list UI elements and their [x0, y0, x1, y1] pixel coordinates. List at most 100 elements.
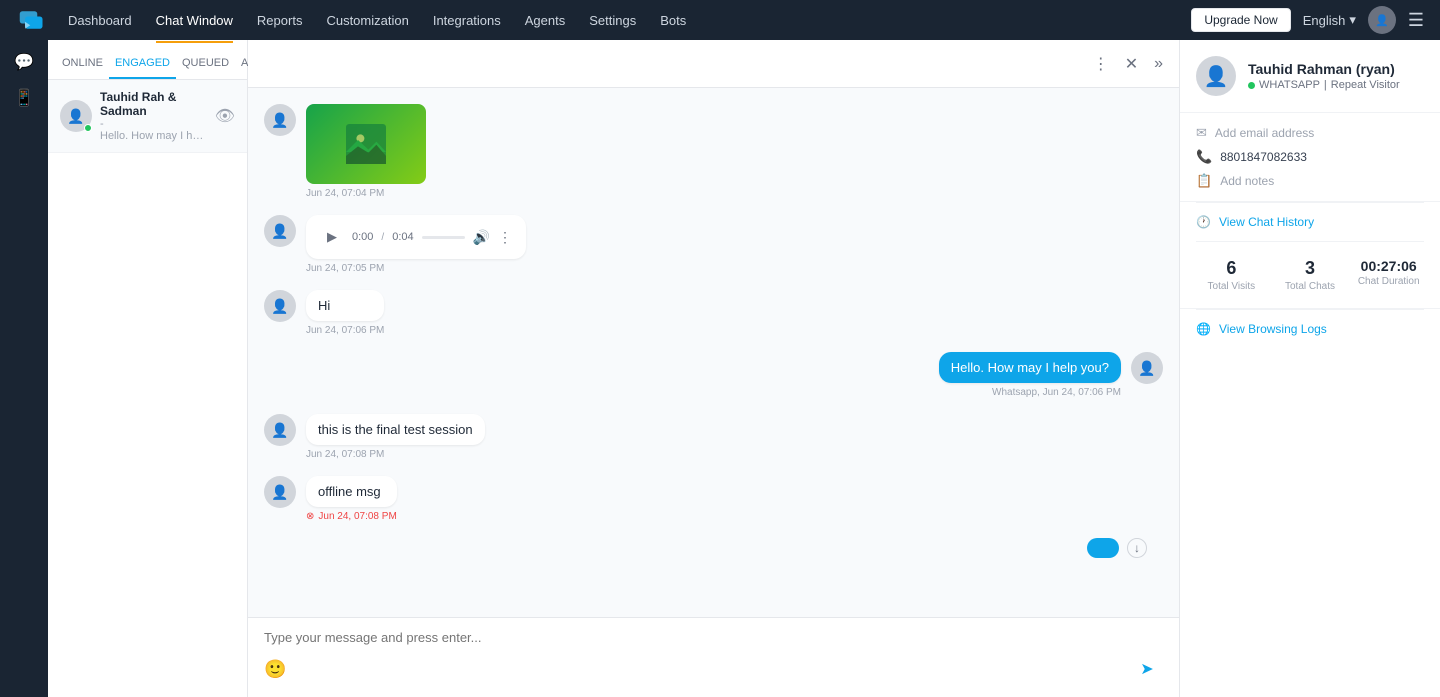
chat-list-panel: ONLINE ENGAGED QUEUED AGENT 👤 Tauhid Rah…: [48, 40, 248, 697]
chat-input-bar: 🙂 ➤: [264, 653, 1163, 685]
chat-input-field[interactable]: [264, 630, 1163, 645]
visitor-header: 👤 Tauhid Rahman (ryan) WHATSAPP | Repeat…: [1180, 40, 1440, 113]
total-visits-value: 6: [1226, 258, 1236, 279]
visitor-email-row: ✉ Add email address: [1196, 125, 1424, 141]
nav-customization[interactable]: Customization: [326, 9, 408, 32]
chat-item-preview: -: [100, 118, 207, 130]
chat-toolbar: ⋮ ✕ »: [248, 40, 1179, 88]
sender-avatar: 👤: [264, 104, 296, 136]
visitor-phone: 8801847082633: [1220, 150, 1307, 164]
tab-online[interactable]: ONLINE: [56, 49, 109, 79]
audio-volume-icon[interactable]: 🔊: [473, 229, 490, 246]
nav-right: Upgrade Now English ▾ 👤 ☰: [1191, 6, 1424, 34]
email-icon: ✉: [1196, 125, 1207, 141]
view-chat-history-btn[interactable]: 🕐 View Chat History: [1180, 203, 1440, 241]
visitor-phone-row: 📞 8801847082633: [1196, 149, 1424, 165]
audio-play-button[interactable]: ▶: [320, 225, 344, 249]
stat-total-visits: 6 Total Visits: [1196, 258, 1267, 292]
visitor-info-section: ✉ Add email address 📞 8801847082633 📋 Ad…: [1180, 113, 1440, 202]
language-selector[interactable]: English ▾: [1303, 12, 1356, 28]
message-image: 👤 Jun 24, 07:04 PM: [264, 104, 1163, 199]
message-test: 👤 this is the final test session Jun 24,…: [264, 414, 1163, 460]
chat-main-area: ⋮ ✕ » 👤 Jun 24, 07:04 PM: [248, 40, 1180, 697]
sidebar-chat-icon[interactable]: 💬: [14, 52, 34, 72]
visitor-type: Repeat Visitor: [1331, 79, 1400, 91]
total-visits-label: Total Visits: [1208, 281, 1256, 292]
visitor-notes-placeholder[interactable]: Add notes: [1220, 174, 1274, 188]
scroll-down-icon[interactable]: ↓: [1127, 538, 1147, 558]
send-button[interactable]: ➤: [1131, 653, 1163, 685]
nav-reports[interactable]: Reports: [257, 9, 303, 32]
top-navigation: Dashboard Chat Window Reports Customizat…: [0, 0, 1440, 40]
sidebar-whatsapp-icon[interactable]: 📱: [14, 88, 34, 108]
audio-duration: 0:04: [392, 231, 413, 243]
chat-messages: 👤 Jun 24, 07:04 PM 👤: [248, 88, 1179, 617]
nav-integrations[interactable]: Integrations: [433, 9, 501, 32]
history-icon: 🕐: [1196, 215, 1211, 229]
online-indicator: [84, 124, 92, 132]
view-logs-label: View Browsing Logs: [1219, 322, 1327, 336]
visitor-details: Tauhid Rahman (ryan) WHATSAPP | Repeat V…: [1248, 61, 1400, 91]
message-offline: 👤 offline msg ⊗ Jun 24, 07:08 PM: [264, 476, 1163, 522]
message-content-image: Jun 24, 07:04 PM: [306, 104, 426, 199]
message-outgoing: 👤 Hello. How may I help you? Whatsapp, J…: [264, 352, 1163, 398]
message-bubble-test: this is the final test session: [306, 414, 485, 445]
nav-dashboard[interactable]: Dashboard: [68, 9, 132, 32]
sender-avatar-audio: 👤: [264, 215, 296, 247]
view-browsing-logs-btn[interactable]: 🌐 View Browsing Logs: [1180, 310, 1440, 348]
user-avatar[interactable]: 👤: [1368, 6, 1396, 34]
chat-item-info: Tauhid Rah & Sadman - Hello. How may I h…: [100, 90, 207, 142]
tab-engaged[interactable]: ENGAGED: [109, 49, 176, 79]
tab-queued[interactable]: QUEUED: [176, 49, 235, 79]
stats-section: 6 Total Visits 3 Total Chats 00:27:06 Ch…: [1180, 242, 1440, 309]
message-audio: 👤 ▶ 0:00 / 0:04 🔊 ⋮ Jun 24, 07:05 PM: [264, 215, 1163, 274]
audio-progress-bar[interactable]: [422, 236, 465, 239]
nav-agents[interactable]: Agents: [525, 9, 565, 32]
audio-more-icon[interactable]: ⋮: [498, 229, 512, 246]
message-image-preview: [306, 104, 426, 184]
message-hi: 👤 Hi Jun 24, 07:06 PM: [264, 290, 1163, 336]
upgrade-button[interactable]: Upgrade Now: [1191, 8, 1290, 32]
icon-sidebar: 💬 📱: [0, 40, 48, 697]
emoji-icon[interactable]: 🙂: [264, 659, 286, 680]
visitor-email-placeholder[interactable]: Add email address: [1215, 126, 1314, 140]
toolbar-close-icon[interactable]: ✕: [1121, 50, 1142, 78]
app-logo: [16, 4, 48, 36]
nav-bots[interactable]: Bots: [660, 9, 686, 32]
chat-list-tabs: ONLINE ENGAGED QUEUED AGENT: [48, 40, 247, 80]
toolbar-expand-icon[interactable]: »: [1150, 51, 1167, 77]
agent-avatar: 👤: [1131, 352, 1163, 384]
nav-settings[interactable]: Settings: [589, 9, 636, 32]
nav-chat-window[interactable]: Chat Window: [156, 9, 233, 32]
visitor-notes-row: 📋 Add notes: [1196, 173, 1424, 189]
message-bubble-offline: offline msg: [306, 476, 397, 507]
chat-duration-label: Chat Duration: [1358, 276, 1420, 287]
right-panel: 👤 Tauhid Rahman (ryan) WHATSAPP | Repeat…: [1180, 40, 1440, 697]
total-chats-value: 3: [1305, 258, 1315, 279]
chat-item-avatar: 👤: [60, 100, 92, 132]
message-test-time: Jun 24, 07:08 PM: [306, 449, 485, 460]
stat-chat-duration: 00:27:06 Chat Duration: [1353, 258, 1424, 292]
whatsapp-status-dot: [1248, 82, 1255, 89]
message-bubble-hi: Hi: [306, 290, 384, 321]
phone-icon: 📞: [1196, 149, 1212, 165]
visitor-platform: WHATSAPP: [1259, 79, 1320, 91]
chat-duration-value: 00:27:06: [1361, 258, 1417, 274]
total-chats-label: Total Chats: [1285, 281, 1335, 292]
audio-separator: /: [381, 232, 384, 243]
menu-icon[interactable]: ☰: [1408, 10, 1424, 31]
scroll-button[interactable]: [1087, 538, 1119, 558]
stats-row: 6 Total Visits 3 Total Chats 00:27:06 Ch…: [1196, 258, 1424, 292]
chat-list-item[interactable]: 👤 Tauhid Rah & Sadman - Hello. How may I…: [48, 80, 247, 153]
message-offline-time: ⊗ Jun 24, 07:08 PM: [306, 511, 397, 522]
toolbar-more-icon[interactable]: ⋮: [1089, 50, 1113, 78]
language-label: English: [1303, 13, 1346, 28]
visitor-status: WHATSAPP | Repeat Visitor: [1248, 79, 1400, 91]
message-content-outgoing: Hello. How may I help you? Whatsapp, Jun…: [939, 352, 1121, 398]
language-arrow-icon: ▾: [1349, 12, 1356, 28]
message-content-offline: offline msg ⊗ Jun 24, 07:08 PM: [306, 476, 397, 522]
message-time: Jun 24, 07:04 PM: [306, 188, 426, 199]
chat-item-watch-icon[interactable]: 👁: [215, 106, 235, 126]
message-content-hi: Hi Jun 24, 07:06 PM: [306, 290, 384, 336]
chat-input-area: 🙂 ➤: [248, 617, 1179, 697]
